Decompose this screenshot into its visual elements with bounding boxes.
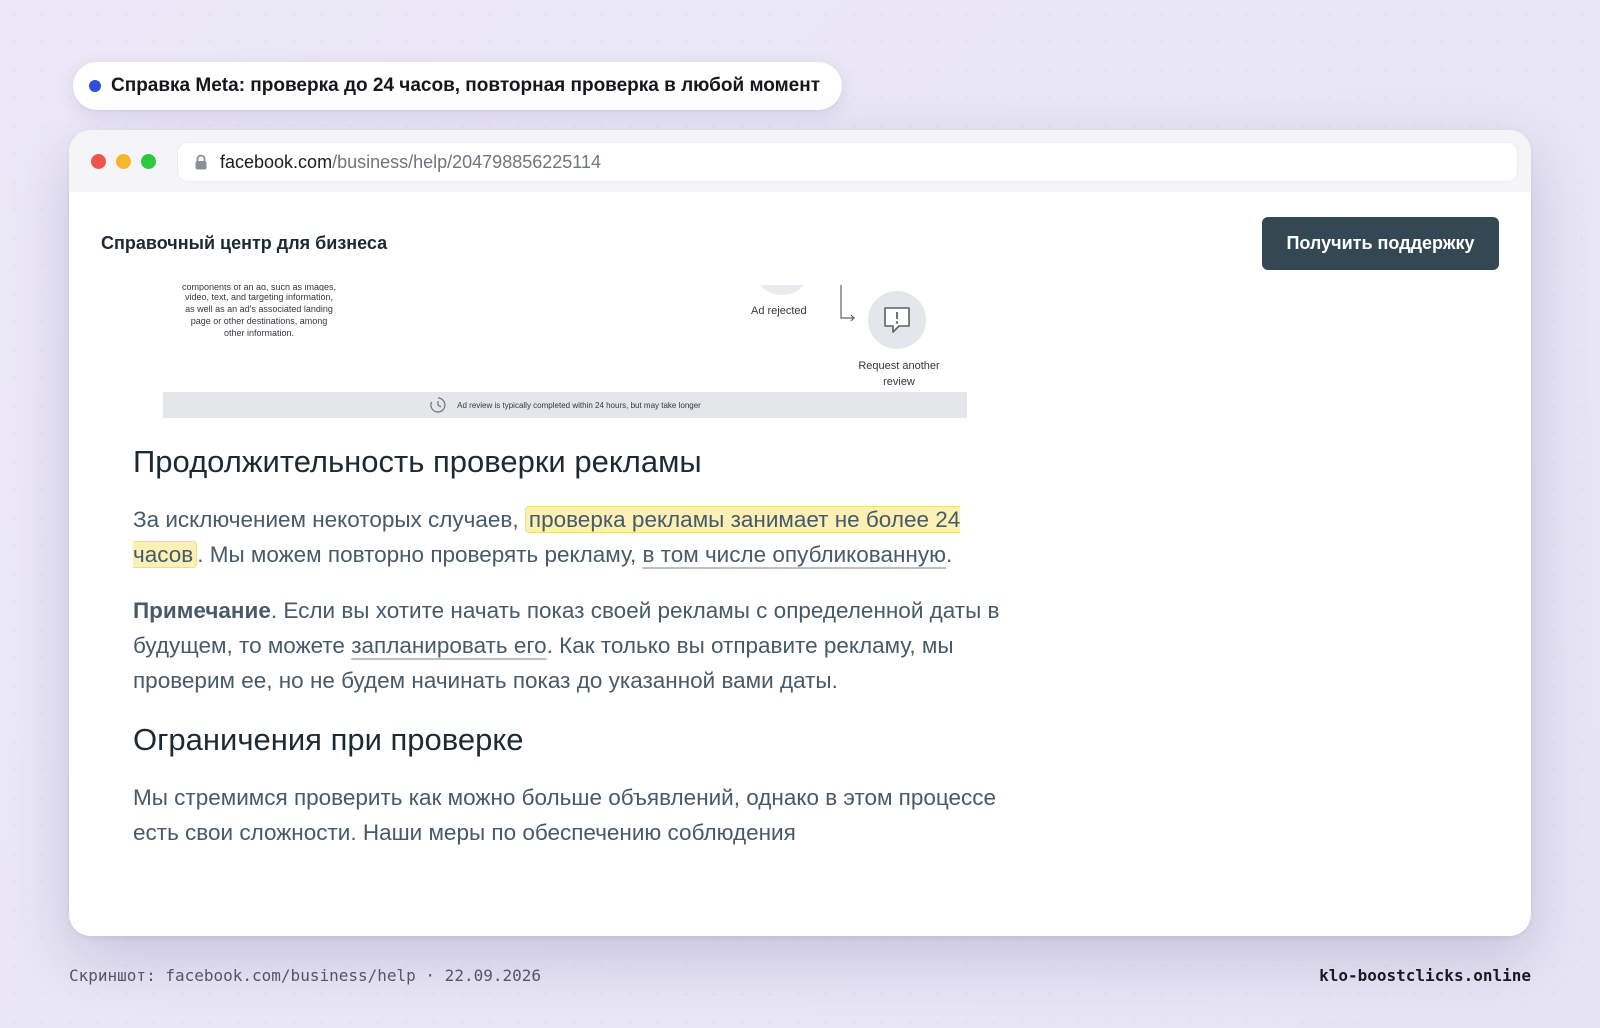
page-content: Справочный центр для бизнеса Получить по… <box>69 192 1531 936</box>
p1-start: За исключением некоторых случаев, <box>133 507 525 532</box>
maximize-window-button[interactable] <box>141 154 156 169</box>
p1-end: . <box>945 542 953 567</box>
p1-mid: . Мы можем повторно проверять рекламу, <box>197 542 643 567</box>
review-time-bar: Ad review is typically completed within … <box>163 392 967 418</box>
browser-toolbar: facebook.com/business/help/2047988562251… <box>69 130 1531 193</box>
note-label: Примечание <box>133 598 271 623</box>
chat-alert-icon <box>884 307 910 333</box>
diagram-desc-line: other information. <box>223 328 295 338</box>
schedule-link[interactable]: запланировать его <box>351 633 546 658</box>
request-review-line: review <box>883 376 915 388</box>
url-domain: facebook.com <box>220 151 333 172</box>
clock-icon <box>430 397 446 413</box>
request-review-label: Request another review <box>839 358 959 390</box>
caption-pill: Справка Meta: проверка до 24 часов, повт… <box>73 62 843 110</box>
url-path: /business/help/204798856225114 <box>332 151 601 172</box>
url-text: facebook.com/business/help/2047988562251… <box>220 152 601 173</box>
connector-arrow-icon <box>840 285 855 321</box>
address-bar[interactable]: facebook.com/business/help/2047988562251… <box>177 142 1518 182</box>
lock-icon <box>194 154 208 170</box>
footer-screenshot-source: Скриншот: facebook.com/business/help · 2… <box>69 966 542 985</box>
diagram-desc-line: page or other destinations, among <box>190 316 328 326</box>
heading-review-limits: Ограничения при проверке <box>133 722 524 757</box>
paragraph-note: Примечание. Если вы хотите начать показ … <box>133 593 1013 698</box>
browser-window: facebook.com/business/help/2047988562251… <box>69 130 1531 936</box>
paragraph-review-duration: За исключением некоторых случаев, провер… <box>133 502 1013 572</box>
paragraph-review-limits: Мы стремимся проверить как можно больше … <box>133 785 997 845</box>
ad-rejected-label: Ad rejected <box>751 305 807 317</box>
request-review-line: Request another <box>858 360 940 372</box>
page-title[interactable]: Справочный центр для бизнеса <box>101 233 387 254</box>
get-support-button[interactable]: Получить поддержку <box>1262 217 1499 270</box>
article-body: Продолжительность проверки рекламы За ис… <box>133 442 1013 850</box>
caption-dot-icon <box>89 80 101 92</box>
rejected-circle <box>757 285 807 295</box>
footer-site-name: klo-boostclicks.online <box>1319 966 1531 985</box>
request-review-circle <box>868 291 926 349</box>
published-ads-link[interactable]: в том числе опубликованную <box>642 542 946 567</box>
caption-text: Справка Meta: проверка до 24 часов, повт… <box>111 75 821 96</box>
diagram-description: components of an ad, such as images, vid… <box>163 285 355 339</box>
diagram-desc-line: video, text, and targeting information, <box>184 292 334 302</box>
heading-review-duration: Продолжительность проверки рекламы <box>133 444 702 479</box>
review-time-text: Ad review is typically completed within … <box>457 400 701 410</box>
close-window-button[interactable] <box>91 154 106 169</box>
review-process-diagram: components of an ad, such as images, vid… <box>163 285 967 435</box>
minimize-window-button[interactable] <box>116 154 131 169</box>
diagram-desc-line: as well as an ad's associated landing <box>185 304 333 314</box>
